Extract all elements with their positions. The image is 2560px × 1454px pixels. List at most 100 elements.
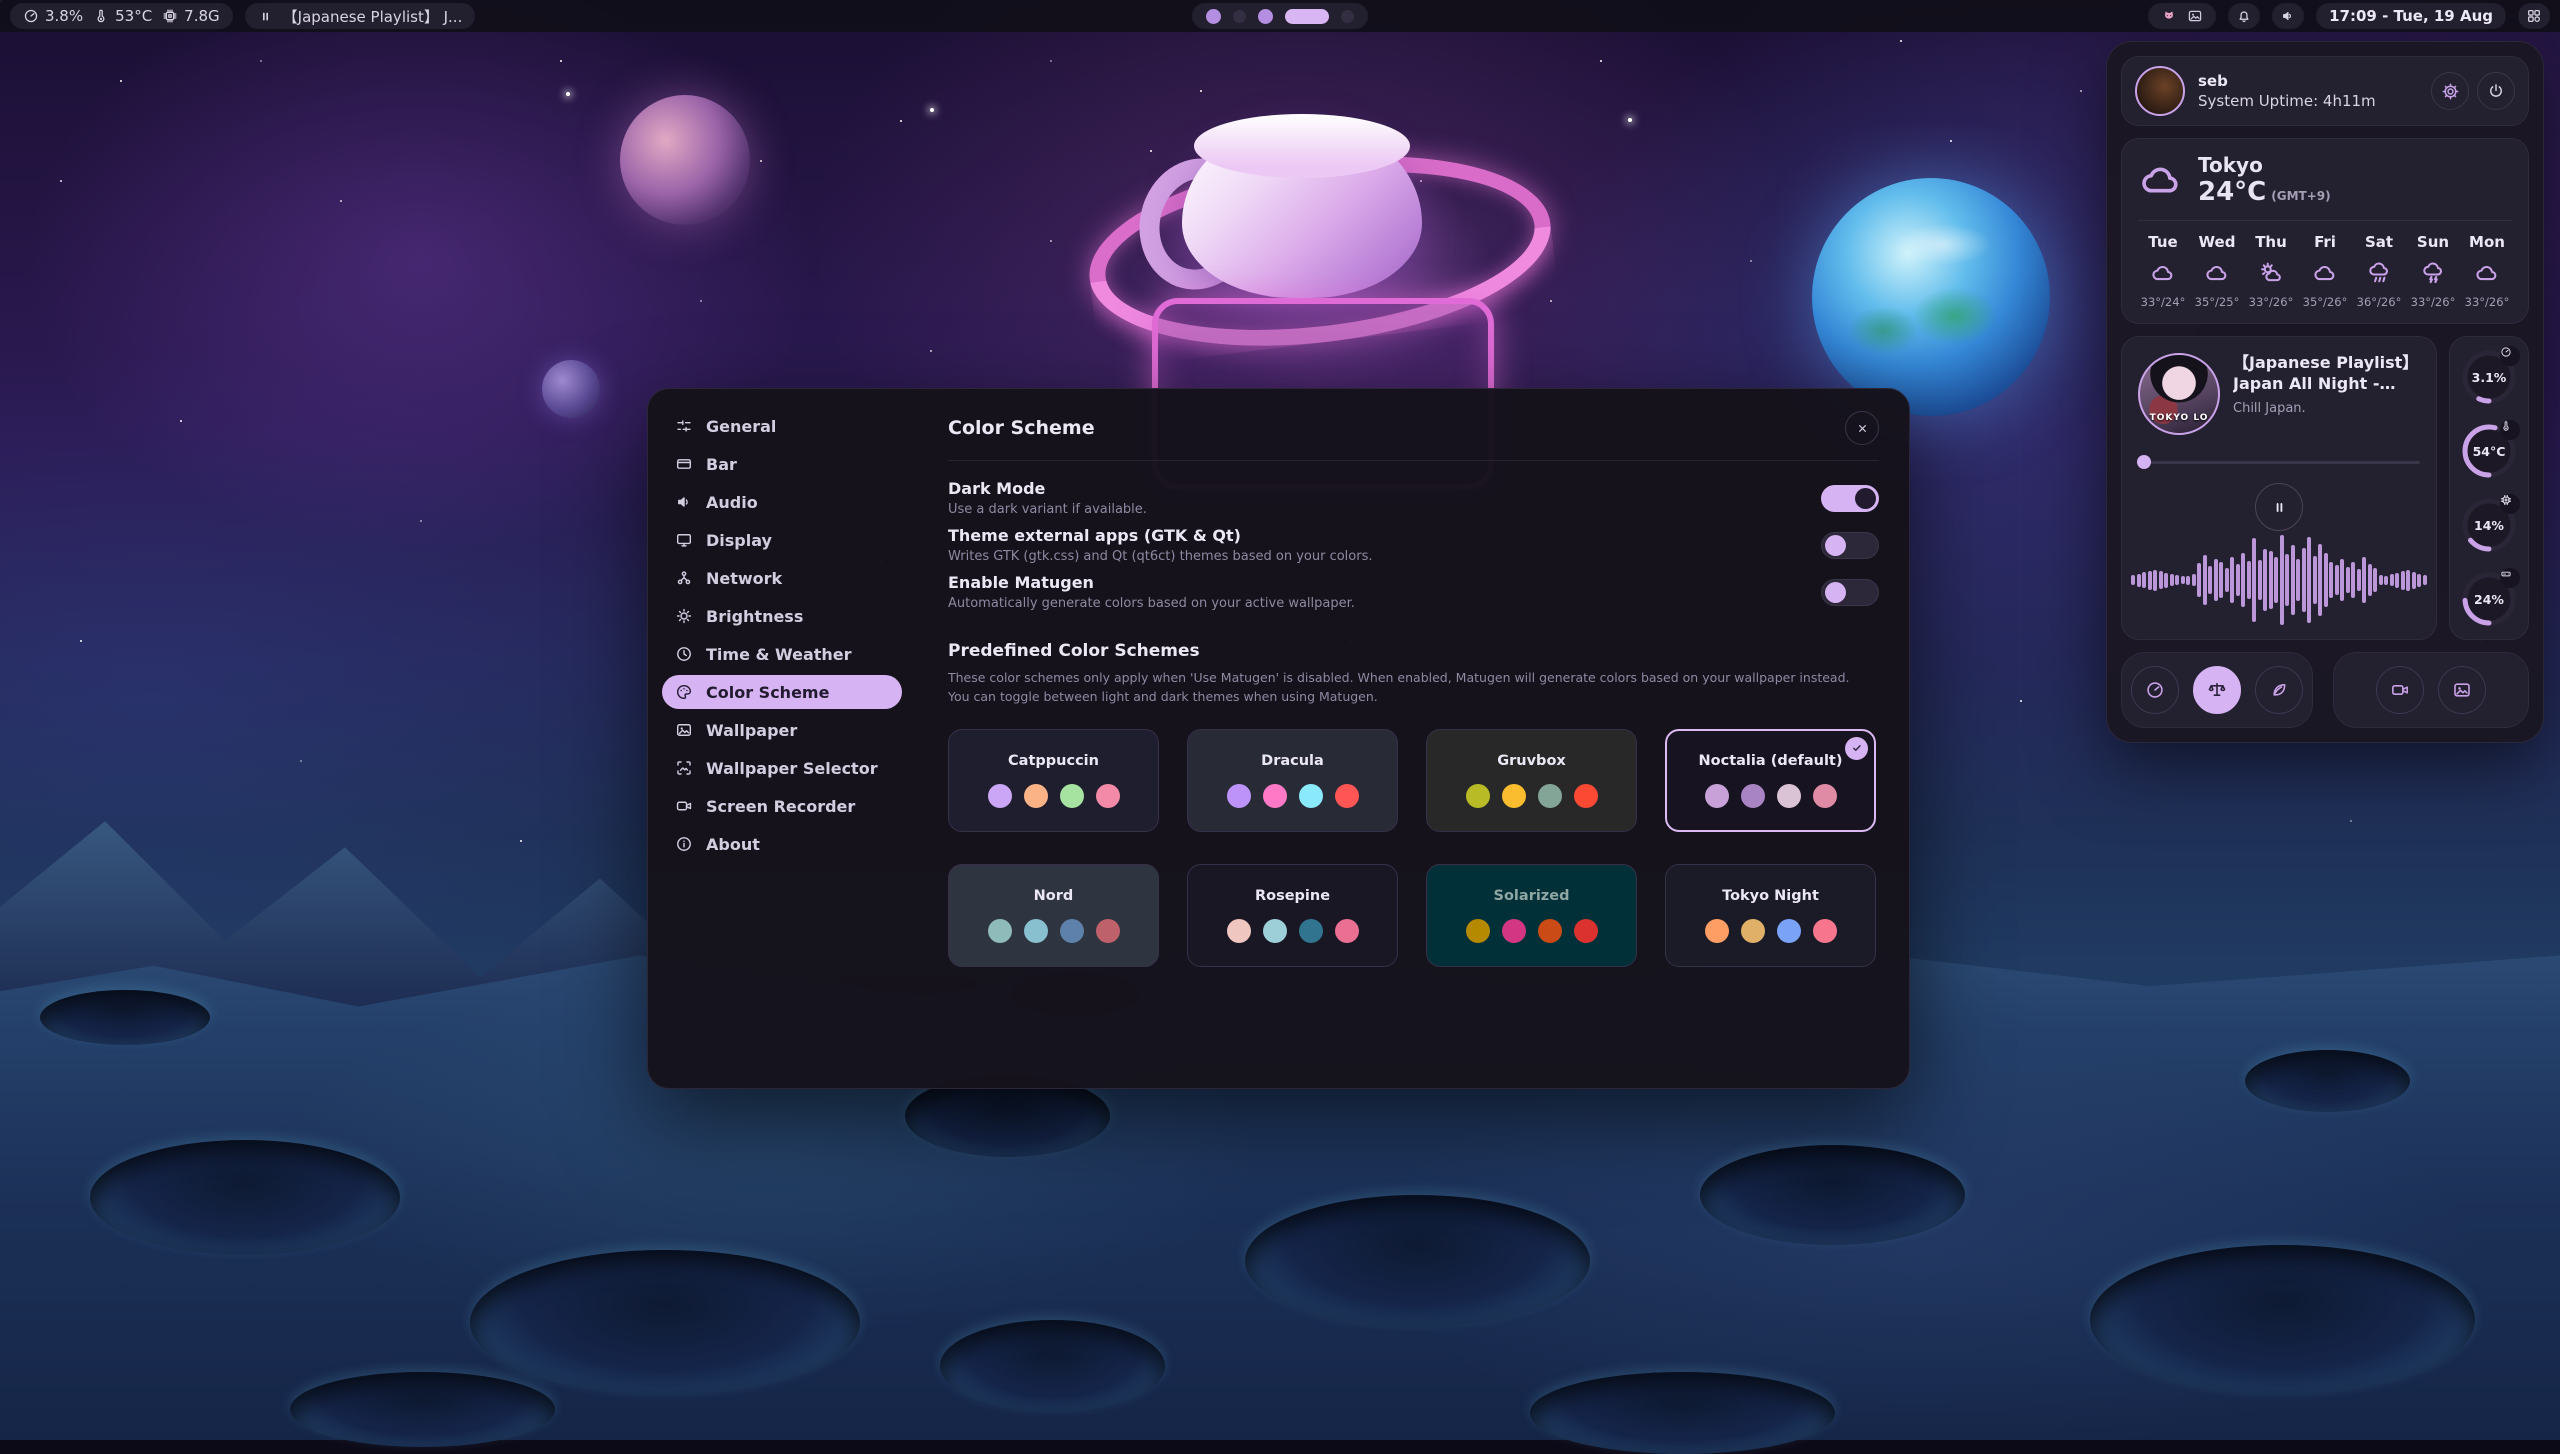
forecast-day-sat: Sat36°/26°: [2354, 233, 2404, 309]
crater: [90, 1140, 400, 1255]
color-swatch: [1813, 784, 1837, 808]
sidebar-item-general[interactable]: General: [662, 409, 902, 443]
color-swatch: [988, 784, 1012, 808]
scheme-card-catppuccin[interactable]: Catppuccin: [948, 729, 1159, 832]
screen-recorder-button[interactable]: [2376, 666, 2424, 714]
suncloud-icon: [2258, 260, 2284, 286]
color-swatch: [1502, 919, 1526, 943]
palette-icon: [675, 683, 693, 701]
seek-knob[interactable]: [2137, 455, 2151, 469]
sidebar-item-audio[interactable]: Audio: [662, 485, 902, 519]
scheme-card-gruvbox[interactable]: Gruvbox: [1426, 729, 1637, 832]
scheme-card-noctalia-default-[interactable]: Noctalia (default): [1665, 729, 1876, 832]
image-icon: [675, 721, 693, 739]
forecast-temps: 33°/26°: [2411, 295, 2456, 309]
media-pill[interactable]: 【Japanese Playlist】 J...: [245, 3, 476, 29]
forecast-temps: 33°/26°: [2465, 295, 2510, 309]
system-tray[interactable]: [2148, 3, 2216, 29]
waveform-bar: [2192, 574, 2196, 586]
sidebar-item-network[interactable]: Network: [662, 561, 902, 595]
forecast-temps: 35°/26°: [2303, 295, 2348, 309]
app-launcher-button[interactable]: [2518, 3, 2550, 29]
power-icon: [2487, 82, 2505, 100]
waveform-bar: [2252, 538, 2256, 622]
power-profile-performance-button[interactable]: [2131, 666, 2179, 714]
volume-button[interactable]: [2272, 3, 2304, 29]
cloud-icon: [2204, 260, 2230, 286]
pause-button[interactable]: [2255, 483, 2303, 531]
sidebar-item-color-scheme[interactable]: Color Scheme: [662, 675, 902, 709]
sidebar-item-about[interactable]: About: [662, 827, 902, 861]
sidebar-item-label: Network: [706, 569, 782, 588]
forecast-temps: 33°/24°: [2141, 295, 2186, 309]
media-player-card: TOKYO LO 【Japanese Playlist】 Japan All N…: [2121, 336, 2437, 640]
clock-label: 17:09 - Tue, 19 Aug: [2329, 7, 2493, 25]
avatar: [2135, 66, 2185, 116]
waveform-bar: [2142, 572, 2146, 588]
power-profile-power-saver-button[interactable]: [2255, 666, 2303, 714]
power-profile-balanced-button[interactable]: [2193, 666, 2241, 714]
close-button[interactable]: [1845, 411, 1879, 445]
waveform-bar: [2368, 564, 2372, 596]
color-swatch: [1096, 784, 1120, 808]
sidebar-item-screen-recorder[interactable]: Screen Recorder: [662, 789, 902, 823]
color-swatch: [1538, 919, 1562, 943]
workspace-3-occupied[interactable]: [1258, 9, 1273, 24]
system-stats-pill[interactable]: 3.8%53°C7.8G: [10, 3, 233, 29]
clock-pill[interactable]: 17:09 - Tue, 19 Aug: [2316, 3, 2506, 29]
forecast-day-label: Tue: [2148, 233, 2177, 251]
sidebar-item-wallpaper[interactable]: Wallpaper: [662, 713, 902, 747]
workspace-1-occupied[interactable]: [1206, 9, 1221, 24]
toggle-dark-mode[interactable]: [1821, 485, 1879, 512]
color-swatch: [1024, 784, 1048, 808]
weather-city: Tokyo: [2198, 153, 2331, 177]
waveform-bar: [2406, 570, 2410, 591]
workspace-2-empty[interactable]: [1233, 10, 1246, 23]
weather-card: Tokyo 24°C (GMT+9) Tue33°/24°Wed35°/25°T…: [2121, 138, 2529, 324]
sliders-icon: [675, 417, 693, 435]
waveform-bar: [2423, 575, 2427, 585]
waveform-bar: [2225, 568, 2229, 592]
sidebar-item-bar[interactable]: Bar: [662, 447, 902, 481]
info-icon: [675, 835, 693, 853]
scheme-card-nord[interactable]: Nord: [948, 864, 1159, 967]
sidebar-item-time-weather[interactable]: Time & Weather: [662, 637, 902, 671]
color-swatch: [1741, 784, 1765, 808]
power-button[interactable]: [2477, 72, 2515, 110]
sidebar-item-display[interactable]: Display: [662, 523, 902, 557]
setting-description: Writes GTK (gtk.css) and Qt (qt6ct) them…: [948, 549, 1373, 564]
stat-value: 53°C: [115, 7, 152, 25]
scheme-card-solarized[interactable]: Solarized: [1426, 864, 1637, 967]
scheme-card-tokyo-night[interactable]: Tokyo Night: [1665, 864, 1876, 967]
waveform-bar: [2390, 574, 2394, 586]
bright-star: [930, 108, 934, 112]
scheme-card-dracula[interactable]: Dracula: [1187, 729, 1398, 832]
gauge-icon: [23, 8, 39, 24]
waveform-bar: [2324, 553, 2328, 607]
weather-timezone: (GMT+9): [2271, 189, 2330, 203]
workspace-5-empty[interactable]: [1341, 10, 1354, 23]
waveform-bar: [2214, 559, 2218, 601]
cat-icon[interactable]: [2161, 8, 2177, 24]
workspace-4-active[interactable]: [1285, 9, 1329, 24]
seek-bar[interactable]: [2138, 455, 2420, 469]
setting-row: Theme external apps (GTK & Qt)Writes GTK…: [948, 526, 1879, 564]
crater: [2245, 1050, 2410, 1112]
sidebar-item-wallpaper-selector[interactable]: Wallpaper Selector: [662, 751, 902, 785]
wallpaper-button[interactable]: [2438, 666, 2486, 714]
scheme-name: Nord: [1034, 888, 1074, 904]
settings-sidebar: General Bar Audio Display Network Brightness T…: [648, 389, 916, 1088]
setting-label: Enable Matugen: [948, 573, 1355, 592]
bright-star: [566, 92, 570, 96]
workspace-indicator[interactable]: [1192, 3, 1368, 29]
scheme-name: Noctalia (default): [1699, 753, 1843, 769]
scheme-card-rosepine[interactable]: Rosepine: [1187, 864, 1398, 967]
image-icon[interactable]: [2187, 8, 2203, 24]
settings-button[interactable]: [2431, 72, 2469, 110]
toggle-theme-external-apps-gtk-qt-[interactable]: [1821, 532, 1879, 559]
waveform-bar: [2313, 556, 2317, 604]
toggle-enable-matugen[interactable]: [1821, 579, 1879, 606]
notifications-button[interactable]: [2228, 3, 2260, 29]
crater: [940, 1320, 1165, 1412]
sidebar-item-brightness[interactable]: Brightness: [662, 599, 902, 633]
